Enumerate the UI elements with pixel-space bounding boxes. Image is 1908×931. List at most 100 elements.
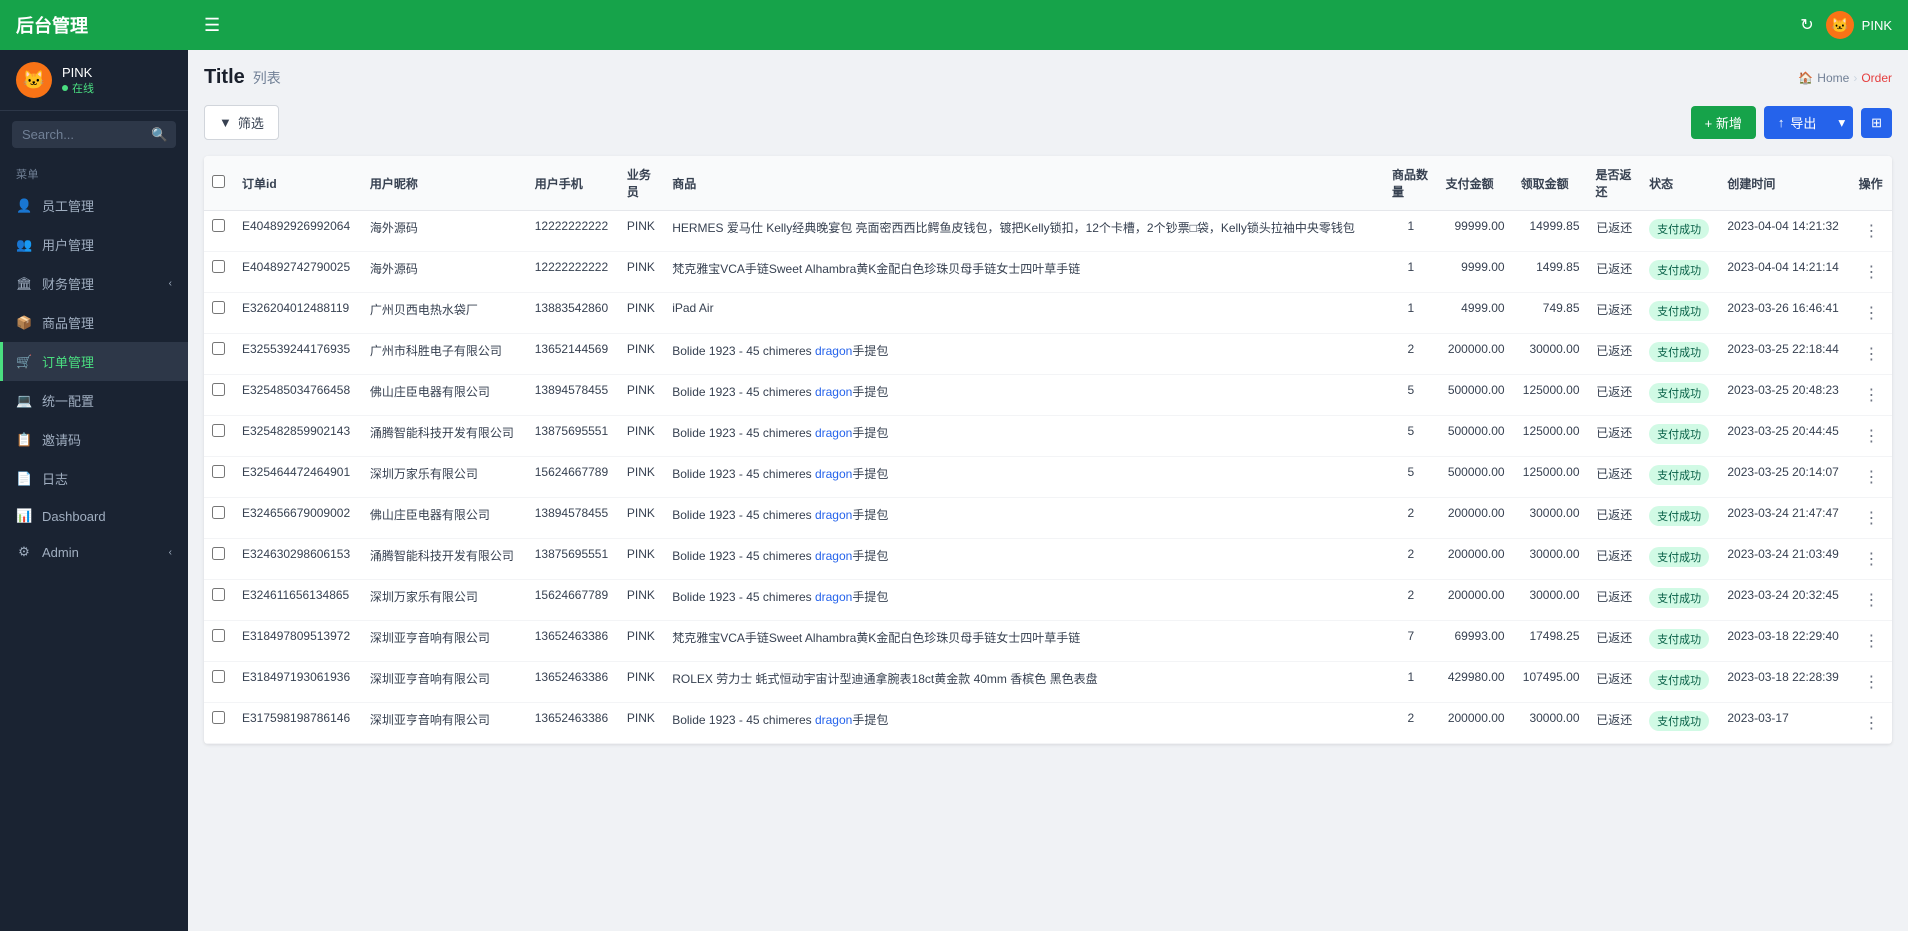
row-checkbox[interactable] [212, 383, 225, 396]
export-icon: ↑ [1778, 115, 1785, 130]
nav-section-label: 菜单 [0, 158, 188, 186]
row-created: 2023-03-18 22:28:39 [1719, 662, 1850, 703]
refresh-icon[interactable]: ↻ [1800, 15, 1813, 35]
row-phone: 13652144569 [527, 334, 619, 375]
row-action-button[interactable]: ⋮ [1859, 465, 1883, 489]
sidebar-item-config[interactable]: 💻 统一配置 [0, 381, 188, 420]
row-checkbox[interactable] [212, 260, 225, 273]
row-action-button[interactable]: ⋮ [1859, 383, 1883, 407]
row-action-button[interactable]: ⋮ [1859, 670, 1883, 694]
sidebar: 后台管理 🐱 PINK 在线 🔍 菜单 👤 [0, 0, 188, 931]
row-returned: 已返还 [1588, 293, 1642, 334]
row-action-button[interactable]: ⋮ [1859, 588, 1883, 612]
row-pickup: 30000.00 [1513, 498, 1588, 539]
row-checkbox[interactable] [212, 711, 225, 724]
row-action-button[interactable]: ⋮ [1859, 219, 1883, 243]
table-row: E325485034766458 佛山庄臣电器有限公司 13894578455 … [204, 375, 1892, 416]
row-qty: 2 [1384, 539, 1438, 580]
th-qty: 商品数 量 [1384, 156, 1438, 211]
row-action-button[interactable]: ⋮ [1859, 711, 1883, 735]
row-returned: 已返还 [1588, 662, 1642, 703]
row-action-button[interactable]: ⋮ [1859, 424, 1883, 448]
columns-icon: ⊞ [1871, 115, 1882, 131]
filter-label: 筛选 [238, 113, 264, 132]
row-status: 支付成功 [1641, 539, 1719, 580]
row-payment: 99999.00 [1438, 211, 1513, 252]
row-phone: 13894578455 [527, 375, 619, 416]
table-row: E325539244176935 广州市科胜电子有限公司 13652144569… [204, 334, 1892, 375]
export-button[interactable]: ↑ 导出 [1764, 106, 1831, 139]
row-checkbox-cell [204, 621, 234, 662]
row-product: 梵克雅宝VCA手链Sweet Alhambra黄K金配白色珍珠贝母手链女士四叶草… [664, 252, 1384, 293]
row-order-id: E324630298606153 [234, 539, 362, 580]
search-icon[interactable]: 🔍 [151, 127, 168, 143]
new-button[interactable]: + 新增 [1691, 106, 1756, 139]
row-sales: PINK [619, 621, 664, 662]
sidebar-item-invite[interactable]: 📋 邀请码 [0, 420, 188, 459]
filter-button[interactable]: ▼ 筛选 [204, 105, 279, 140]
row-action-button[interactable]: ⋮ [1859, 301, 1883, 325]
row-pickup: 30000.00 [1513, 703, 1588, 744]
row-sales: PINK [619, 375, 664, 416]
row-checkbox[interactable] [212, 424, 225, 437]
row-action-button[interactable]: ⋮ [1859, 629, 1883, 653]
row-action-button[interactable]: ⋮ [1859, 260, 1883, 284]
sidebar-item-product[interactable]: 📦 商品管理 [0, 303, 188, 342]
table-row: E325482859902143 涌腾智能科技开发有限公司 1387569555… [204, 416, 1892, 457]
table-body: E404892926992064 海外源码 12222222222 PINK H… [204, 211, 1892, 744]
finance-arrow-icon: ‹ [169, 278, 172, 289]
table-row: E404892742790025 海外源码 12222222222 PINK 梵… [204, 252, 1892, 293]
row-checkbox[interactable] [212, 342, 225, 355]
topbar-username: PINK [1862, 18, 1892, 33]
sidebar-item-finance[interactable]: 🏛 财务管理 ‹ [0, 264, 188, 303]
row-order-id: E325485034766458 [234, 375, 362, 416]
row-checkbox-cell [204, 457, 234, 498]
row-payment: 500000.00 [1438, 457, 1513, 498]
row-status: 支付成功 [1641, 211, 1719, 252]
row-user-name: 深圳亚亨音响有限公司 [362, 662, 527, 703]
row-pickup: 125000.00 [1513, 375, 1588, 416]
row-pickup: 1499.85 [1513, 252, 1588, 293]
row-checkbox-cell [204, 375, 234, 416]
user-status: 在线 [62, 80, 94, 96]
row-returned: 已返还 [1588, 252, 1642, 293]
sidebar-user: 🐱 PINK 在线 [0, 50, 188, 111]
row-action-button[interactable]: ⋮ [1859, 547, 1883, 571]
row-checkbox[interactable] [212, 465, 225, 478]
columns-button[interactable]: ⊞ [1861, 108, 1892, 138]
row-qty: 2 [1384, 334, 1438, 375]
menu-toggle-button[interactable]: ☰ [204, 15, 220, 36]
row-checkbox[interactable] [212, 588, 225, 601]
row-product: Bolide 1923 - 45 chimeres dragon手提包 [664, 334, 1384, 375]
row-phone: 12222222222 [527, 211, 619, 252]
row-action-button[interactable]: ⋮ [1859, 506, 1883, 530]
sidebar-item-user[interactable]: 👥 用户管理 [0, 225, 188, 264]
breadcrumb: 🏠 Home › Order [1798, 71, 1892, 85]
row-checkbox[interactable] [212, 670, 225, 683]
export-dropdown-button[interactable]: ▾ [1830, 106, 1853, 139]
row-sales: PINK [619, 416, 664, 457]
row-action-button[interactable]: ⋮ [1859, 342, 1883, 366]
row-created: 2023-03-26 16:46:41 [1719, 293, 1850, 334]
th-sales: 业务 员 [619, 156, 664, 211]
row-product: Bolide 1923 - 45 chimeres dragon手提包 [664, 539, 1384, 580]
sidebar-item-staff[interactable]: 👤 员工管理 [0, 186, 188, 225]
breadcrumb-home-link[interactable]: Home [1817, 71, 1849, 85]
row-checkbox[interactable] [212, 219, 225, 232]
sidebar-item-admin[interactable]: ⚙ Admin ‹ [0, 534, 188, 570]
orders-table-container: 订单id 用户昵称 用户手机 业务 员 商品 [204, 156, 1892, 744]
table-row: E324611656134865 深圳万家乐有限公司 15624667789 P… [204, 580, 1892, 621]
row-checkbox[interactable] [212, 301, 225, 314]
row-checkbox[interactable] [212, 629, 225, 642]
row-checkbox[interactable] [212, 506, 225, 519]
row-checkbox[interactable] [212, 547, 225, 560]
select-all-checkbox[interactable] [212, 175, 225, 188]
row-action: ⋮ [1851, 416, 1892, 457]
sidebar-item-dashboard[interactable]: 📊 Dashboard [0, 498, 188, 534]
sidebar-item-log[interactable]: 📄 日志 [0, 459, 188, 498]
table-row: E326204012488119 广州贝西电热水袋厂 13883542860 P… [204, 293, 1892, 334]
sidebar-item-order[interactable]: 🛒 订单管理 [0, 342, 188, 381]
order-icon: 🛒 [16, 354, 32, 370]
topbar-user[interactable]: 🐱 PINK [1826, 11, 1892, 39]
row-checkbox-cell [204, 293, 234, 334]
